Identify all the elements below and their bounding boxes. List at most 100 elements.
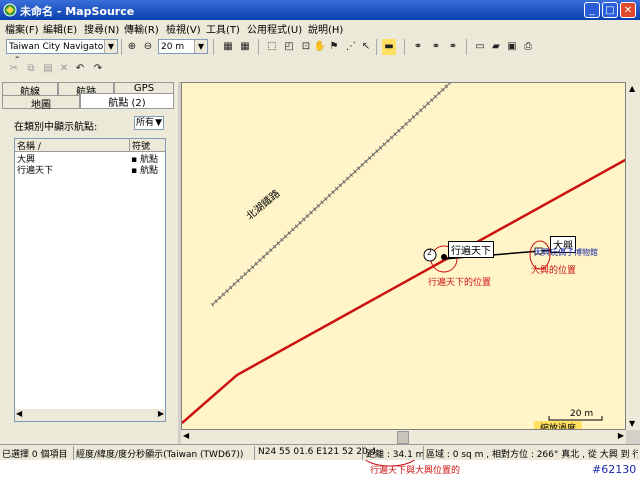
- filter-label: 在類別中顯示航點:: [14, 122, 98, 133]
- scroll-left-icon[interactable]: ◀: [183, 431, 189, 440]
- menu-bar: 檔案(F) 編輯(E) 搜尋(N) 傳輸(R) 檢視(V) 工具(T) 公用程式…: [0, 20, 640, 36]
- waypoint-list: 名稱 / 符號 大興 ▪ 航點 行遍天下 ▪ 航點 ◀ ▶: [14, 138, 166, 422]
- menu-search[interactable]: 搜尋(N): [84, 21, 119, 36]
- waypoint-symbol: ▪ 航點: [131, 166, 158, 176]
- status-distance: 距離 : 34.1 m: [366, 450, 425, 460]
- chevron-down-icon[interactable]: ▼: [194, 40, 207, 53]
- road-line: [182, 158, 625, 424]
- edit-toolbar: ✂ ⧉ ▤ ✕ ↶ ↷: [0, 58, 640, 83]
- paste-icon[interactable]: ▤: [40, 61, 56, 77]
- toolbar-separator: [376, 39, 377, 55]
- minimize-button[interactable]: _: [584, 2, 600, 18]
- save-disk-icon[interactable]: ▣: [504, 39, 520, 55]
- list-header: 名稱 / 符號: [15, 139, 165, 152]
- tab-routes[interactable]: 航線: [2, 82, 58, 98]
- status-separator: [73, 446, 74, 460]
- category-filter-value: 所有: [136, 118, 155, 128]
- scroll-right-icon[interactable]: ▶: [158, 409, 164, 418]
- annotation-waypoint1: 行遍天下的位置: [428, 278, 492, 288]
- status-separator: [254, 446, 255, 460]
- find-places-icon[interactable]: ⚭: [445, 39, 461, 55]
- waypoint-name: 行遍天下: [17, 166, 54, 176]
- measure-tool-icon[interactable]: ▬: [382, 39, 396, 55]
- mapsource-window: 未命名 - MapSource _ □ ✕ 檔案(F) 編輯(E) 搜尋(N) …: [0, 0, 640, 480]
- waypoint-marker-1: [441, 254, 447, 260]
- annotation-circle-3: [364, 460, 416, 467]
- menu-view[interactable]: 檢視(V): [166, 21, 201, 36]
- zoom-rect-icon[interactable]: ◰: [281, 39, 297, 55]
- waypoint-flag-icon[interactable]: ⚑: [326, 39, 342, 55]
- window-title: 未命名 - MapSource: [20, 5, 135, 18]
- column-symbol[interactable]: 符號: [129, 139, 150, 152]
- scroll-up-icon[interactable]: ▲: [629, 84, 635, 93]
- menu-utilities[interactable]: 公用程式(U): [247, 21, 302, 36]
- toolbar-separator: [213, 39, 214, 55]
- poi-label: 大興玩偶子博物館: [534, 248, 598, 257]
- new-file-icon[interactable]: ▭: [472, 39, 488, 55]
- route-tool-icon[interactable]: ⋰: [343, 39, 359, 55]
- scroll-thumb[interactable]: [397, 431, 409, 444]
- main-toolbar: Taiwan City Navigator v6 ▼ ⊕ ⊖ 20 m ▼ ▦ …: [0, 36, 640, 66]
- copy-icon[interactable]: ⧉: [23, 61, 39, 77]
- toolbar-separator: [404, 39, 405, 55]
- list-item[interactable]: 行遍天下 ▪ 航點: [15, 163, 165, 176]
- status-area: 區域 : 0 sq m , 相對方位 : 266° 真北 , 從 大興 到 行遍: [426, 450, 638, 460]
- status-bar: 已選擇 0 個項目 經度/緯度/度分秒顯示(Taiwan (TWD67)) N2…: [0, 444, 640, 461]
- zoom-level-select[interactable]: 20 m ▼: [158, 39, 208, 54]
- scroll-down-icon[interactable]: ▼: [629, 419, 635, 428]
- menu-file[interactable]: 檔案(F): [5, 21, 39, 36]
- overzoom-note: 縮放過度: [534, 421, 583, 429]
- zoom-in-button[interactable]: ⊕: [124, 39, 140, 55]
- map-vertical-scrollbar[interactable]: ▲ ▼: [626, 82, 640, 430]
- tab-maps[interactable]: 地圖: [2, 95, 80, 111]
- waypoint-number-label: 2: [427, 248, 433, 257]
- status-format: 經度/緯度/度分秒顯示(Taiwan (TWD67)): [76, 450, 244, 460]
- zoom-tool-icon[interactable]: ⬚: [264, 39, 280, 55]
- undo-icon[interactable]: ↶: [72, 61, 88, 77]
- category-filter-select[interactable]: 所有 ▼: [134, 116, 164, 130]
- zoom-out-button[interactable]: ⊖: [140, 39, 156, 55]
- annotation-strip: 行遍天下與大興位置的 #62130: [0, 460, 640, 480]
- chevron-down-icon: ▼: [155, 118, 162, 128]
- status-coords: N24 55 01.6 E121 52 20.4: [258, 447, 377, 457]
- status-selection: 已選擇 0 個項目: [2, 450, 68, 460]
- menu-tools[interactable]: 工具(T): [206, 21, 240, 36]
- map-detail-button-2[interactable]: ▦: [237, 39, 253, 55]
- close-button[interactable]: ✕: [620, 2, 636, 18]
- column-name[interactable]: 名稱 /: [17, 139, 127, 152]
- app-icon: [3, 3, 17, 17]
- watermark: #62130: [592, 463, 637, 476]
- delete-icon[interactable]: ✕: [56, 61, 72, 77]
- maximize-button[interactable]: □: [602, 2, 618, 18]
- title-bar[interactable]: 未命名 - MapSource _ □ ✕: [0, 0, 640, 20]
- cut-icon[interactable]: ✂: [6, 61, 22, 77]
- menu-edit[interactable]: 編輯(E): [43, 21, 77, 36]
- find-binoculars-icon[interactable]: ⚭: [410, 39, 426, 55]
- print-icon[interactable]: ⎙: [520, 39, 536, 55]
- toolbar-separator: [466, 39, 467, 55]
- tab-waypoints[interactable]: 航點 (2): [80, 93, 174, 109]
- toolbar-separator: [258, 39, 259, 55]
- status-separator: [423, 446, 424, 460]
- find-nearby-icon[interactable]: ⚭: [428, 39, 444, 55]
- redo-icon[interactable]: ↷: [90, 61, 106, 77]
- chevron-down-icon[interactable]: ▼: [104, 40, 117, 53]
- status-separator: [362, 446, 363, 460]
- open-folder-icon[interactable]: ▰: [488, 39, 504, 55]
- scroll-left-icon[interactable]: ◀: [16, 409, 22, 418]
- map-view[interactable]: 北湖鐵路 2 行遍天下 大興 大興玩偶子博物館 行遍天下的位置 大興的位置 20…: [181, 82, 626, 430]
- product-select[interactable]: Taiwan City Navigator v6 ▼: [6, 39, 118, 66]
- map-horizontal-scrollbar[interactable]: ◀ ▶: [181, 430, 626, 444]
- toolbar-separator: [121, 39, 122, 55]
- left-panel: 航線 航跡 GPS 地圖 航點 (2) 在類別中顯示航點: 所有▼ 名稱 / 符…: [0, 82, 178, 444]
- menu-transfer[interactable]: 傳輸(R): [124, 21, 159, 36]
- map-detail-button[interactable]: ▦: [220, 39, 236, 55]
- menu-help[interactable]: 說明(H): [308, 21, 343, 36]
- scroll-right-icon[interactable]: ▶: [618, 431, 624, 440]
- annotation-waypoint2: 大興的位置: [531, 266, 577, 276]
- waypoint-label-1[interactable]: 行遍天下: [448, 241, 494, 258]
- annotation-distance: 行遍天下與大興位置的: [370, 466, 461, 476]
- scale-label: 20 m: [570, 409, 594, 419]
- list-horizontal-scrollbar[interactable]: ◀ ▶: [15, 409, 165, 421]
- select-arrow-icon[interactable]: ↖: [358, 39, 374, 55]
